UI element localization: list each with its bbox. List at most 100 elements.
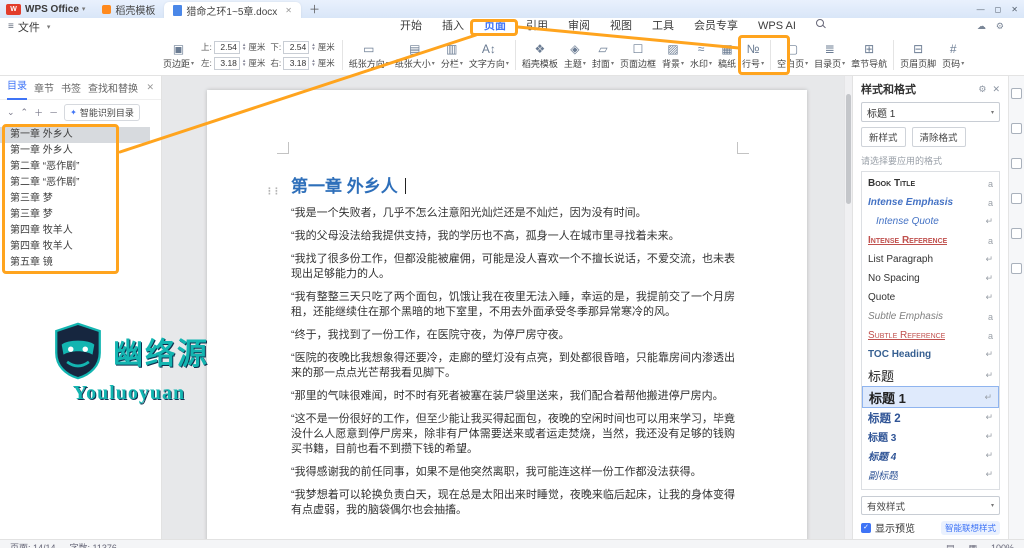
smart-styles-button[interactable]: 智能联想样式 bbox=[941, 521, 1000, 535]
sidebar-tab-chapters[interactable]: 章节 bbox=[34, 80, 54, 95]
page-border-button[interactable]: ☐ 页面边框 bbox=[617, 35, 659, 75]
document-page[interactable]: ⋮⋮ 第一章 外乡人 “我是一个失败者，几乎不怎么注意阳光灿烂还是不灿烂，因为没… bbox=[207, 90, 807, 539]
minimize-button[interactable]: — bbox=[977, 5, 985, 14]
watermark-button[interactable]: ≈ 水印▾ bbox=[687, 35, 715, 75]
settings-icon[interactable]: ⚙ bbox=[996, 21, 1004, 32]
close-tab-icon[interactable]: ✕ bbox=[285, 6, 292, 15]
document-tab[interactable]: 猎命之环1~5章.docx ✕ bbox=[164, 2, 301, 18]
next-heading-icon[interactable]: ⌃ bbox=[21, 107, 29, 118]
text-direction-button[interactable]: A↕ 文字方向▾ bbox=[466, 35, 512, 75]
rail-icon[interactable] bbox=[1011, 263, 1022, 274]
margin-top-field[interactable]: 上: 2.54 ▲▼ 厘米 bbox=[201, 41, 265, 54]
sidebar-tab-toc[interactable]: 目录 bbox=[7, 76, 27, 100]
rail-icon[interactable] bbox=[1011, 88, 1022, 99]
style-item[interactable]: Intense Referencea bbox=[862, 231, 999, 250]
style-item[interactable]: Quote↵ bbox=[862, 288, 999, 307]
template-store-tab[interactable]: 稻壳模板 bbox=[93, 0, 164, 18]
paragraph[interactable]: “我的父母没法给我提供支持，我的学历也不高，孤身一人在城市里寻找着未来。 bbox=[291, 229, 735, 244]
sidebar-tab-find-replace[interactable]: 查找和替换 bbox=[88, 80, 138, 95]
close-button[interactable]: ✕ bbox=[1011, 5, 1018, 14]
style-item[interactable]: 标题 4↵ bbox=[862, 446, 999, 465]
show-preview-checkbox[interactable]: ✓ bbox=[861, 523, 871, 533]
tab-references[interactable]: 引用 bbox=[516, 18, 558, 35]
background-button[interactable]: ▨ 背景▾ bbox=[659, 35, 687, 75]
clear-format-button[interactable]: 清除格式 bbox=[912, 127, 966, 147]
paragraph[interactable]: “终于，我找到了一份工作，在医院守夜，为停尸房守夜。 bbox=[291, 328, 735, 343]
paragraph[interactable]: “我是一个失败者，几乎不怎么注意阳光灿烂还是不灿烂，因为没有时间。 bbox=[291, 206, 735, 221]
margin-top-input[interactable]: 2.54 bbox=[214, 41, 240, 54]
chapter-navigation-button[interactable]: ⊞ 章节导航 bbox=[848, 35, 890, 75]
spinner-icon[interactable]: ▲▼ bbox=[311, 43, 315, 51]
margin-right-input[interactable]: 3.18 bbox=[283, 57, 309, 70]
chapter-heading[interactable]: ⋮⋮ 第一章 外乡人 bbox=[291, 176, 735, 198]
paper-size-button[interactable]: ▤ 纸张大小▾ bbox=[392, 35, 438, 75]
line-number-button[interactable]: № 行号▾ bbox=[739, 35, 767, 75]
style-item[interactable]: 标题 2↵ bbox=[862, 408, 999, 427]
toc-item[interactable]: 第二章 “恶作剧” bbox=[0, 159, 150, 175]
page-number-button[interactable]: # 页码▾ bbox=[939, 35, 967, 75]
toc-item[interactable]: 第五章 镜 bbox=[0, 255, 150, 271]
tab-page[interactable]: 页面 bbox=[474, 18, 516, 35]
file-menu[interactable]: ≡ 文件 ▾ bbox=[0, 19, 58, 35]
toc-item[interactable]: 第一章 外乡人 bbox=[0, 143, 150, 159]
style-item-selected[interactable]: 标题 1↵ bbox=[862, 386, 999, 408]
style-item[interactable]: Subtle Emphasisa bbox=[862, 307, 999, 326]
current-style-dropdown[interactable]: 标题 1 ▾ bbox=[861, 102, 1000, 122]
theme-button[interactable]: ◈ 主题▾ bbox=[561, 35, 589, 75]
spinner-icon[interactable]: ▲▼ bbox=[242, 43, 246, 51]
spinner-icon[interactable]: ▲▼ bbox=[242, 59, 246, 67]
toc-item[interactable]: 第三章 梦 bbox=[0, 207, 150, 223]
toc-item[interactable]: 第二章 “恶作剧” bbox=[0, 175, 150, 191]
maximize-button[interactable]: ◻ bbox=[995, 5, 1002, 14]
columns-button[interactable]: ▥ 分栏▾ bbox=[438, 35, 466, 75]
paragraph[interactable]: “医院的夜晚比我想象得还要冷，走廊的壁灯没有点亮，到处都很昏暗，只能靠房间内渗透… bbox=[291, 351, 735, 381]
paragraph[interactable]: “我有整整三天只吃了两个面包，饥饿让我在夜里无法入睡，幸运的是，我提前交了一个月… bbox=[291, 290, 735, 320]
margins-button[interactable]: ▣ 页边距▾ bbox=[160, 35, 197, 75]
cloud-sync-icon[interactable]: ☁ bbox=[977, 21, 986, 32]
style-item[interactable]: TOC Heading↵ bbox=[862, 345, 999, 364]
cover-button[interactable]: ▱ 封面▾ bbox=[589, 35, 617, 75]
zoom-level[interactable]: 100% bbox=[991, 540, 1014, 548]
view-mode-icon[interactable]: ▤ bbox=[946, 540, 955, 548]
toc-item[interactable]: 第三章 梦 bbox=[0, 191, 150, 207]
tab-view[interactable]: 视图 bbox=[600, 18, 642, 35]
margin-left-input[interactable]: 3.18 bbox=[214, 57, 240, 70]
close-panel-icon[interactable]: ✕ bbox=[992, 84, 1000, 95]
paragraph[interactable]: “那里的气味很难闻，时不时有死者被塞在装尸袋里送来，我们配合着帮他搬进停尸房内。 bbox=[291, 389, 735, 404]
vertical-scrollbar[interactable] bbox=[844, 76, 852, 539]
tab-review[interactable]: 审阅 bbox=[558, 18, 600, 35]
new-tab-button[interactable]: ＋ bbox=[309, 1, 320, 17]
style-item[interactable]: No Spacing↵ bbox=[862, 269, 999, 288]
tab-wps-ai[interactable]: WPS AI bbox=[748, 18, 806, 35]
smart-toc-button[interactable]: ✦ 智能识别目录 bbox=[64, 104, 140, 121]
style-item[interactable]: Subtle Referencea bbox=[862, 326, 999, 345]
wps-logo[interactable]: W bbox=[6, 4, 21, 15]
spinner-icon[interactable]: ▲▼ bbox=[311, 59, 315, 67]
toc-item[interactable]: 第一章 外乡人 bbox=[0, 127, 150, 143]
new-style-button[interactable]: 新样式 bbox=[861, 127, 906, 147]
paragraph[interactable]: “我梦想着可以轮换负责白天，现在总是太阳出来时睡觉，夜晚来临后起床，让我的身体变… bbox=[291, 488, 735, 518]
margin-right-field[interactable]: 右: 3.18 ▲▼ 厘米 bbox=[270, 57, 334, 70]
prev-heading-icon[interactable]: ⌄ bbox=[7, 107, 15, 118]
rail-icon[interactable] bbox=[1011, 193, 1022, 204]
settings-icon[interactable]: ⚙ bbox=[978, 84, 986, 95]
toc-item[interactable]: 第四章 牧羊人 bbox=[0, 239, 150, 255]
template-button[interactable]: ❖ 稻壳模板 bbox=[519, 35, 561, 75]
paper-orientation-button[interactable]: ▭ 纸张方向▾ bbox=[346, 35, 392, 75]
close-sidebar-icon[interactable]: ✕ bbox=[146, 82, 154, 93]
style-item[interactable]: Intense Quote↵ bbox=[862, 212, 999, 231]
collapse-icon[interactable]: － bbox=[49, 106, 58, 119]
tab-insert[interactable]: 插入 bbox=[432, 18, 474, 35]
expand-icon[interactable]: ＋ bbox=[34, 106, 43, 119]
style-item[interactable]: 标题 3↵ bbox=[862, 427, 999, 446]
style-item[interactable]: Book Titlea bbox=[862, 174, 999, 193]
style-filter-dropdown[interactable]: 有效样式 ▾ bbox=[861, 496, 1000, 515]
grid-paper-button[interactable]: ▦ 稿纸 bbox=[715, 35, 739, 75]
scrollbar-thumb[interactable] bbox=[846, 94, 851, 204]
margin-left-field[interactable]: 左: 3.18 ▲▼ 厘米 bbox=[201, 57, 265, 70]
drag-handle-icon[interactable]: ⋮⋮ bbox=[265, 180, 279, 202]
chevron-down-icon[interactable]: ▾ bbox=[82, 5, 86, 13]
tab-home[interactable]: 开始 bbox=[390, 18, 432, 35]
rail-icon[interactable] bbox=[1011, 158, 1022, 169]
search-icon[interactable] bbox=[816, 19, 824, 27]
